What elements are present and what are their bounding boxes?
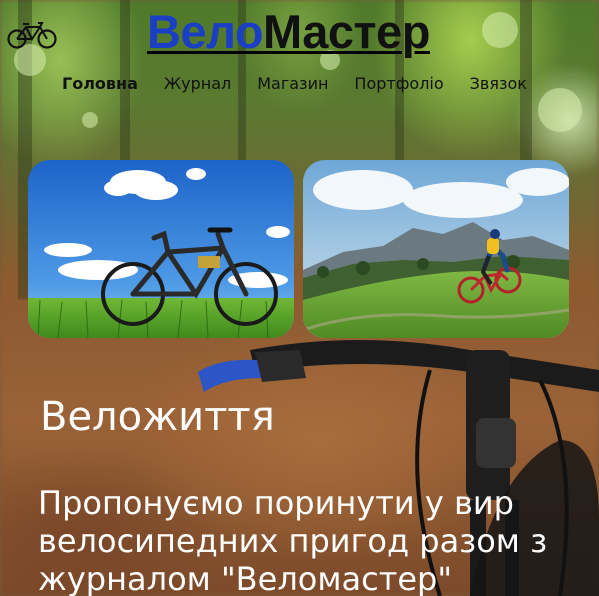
hero-text: Пропонуємо поринути у вир велосипедних п…: [38, 484, 548, 596]
nav-portfolio[interactable]: Портфоліо: [354, 72, 443, 95]
bicycle-icon[interactable]: [6, 18, 58, 50]
hero-title: Веложиття: [40, 394, 275, 440]
page: ВелоМастер Головна Журнал Магазин Портфо…: [0, 0, 599, 596]
nav-contact[interactable]: Звязок: [470, 72, 527, 95]
brand-part-master: Мастер: [263, 5, 430, 58]
gallery-photo-bike[interactable]: [28, 160, 294, 338]
main-nav: Головна Журнал Магазин Портфоліо Звязок: [62, 72, 527, 95]
nav-home[interactable]: Головна: [62, 72, 138, 95]
gallery-photo-cyclist[interactable]: [303, 160, 569, 338]
site-logo[interactable]: ВелоМастер: [147, 2, 430, 62]
brand-part-velo: Вело: [147, 5, 264, 58]
nav-journal[interactable]: Журнал: [164, 72, 231, 95]
nav-shop[interactable]: Магазин: [257, 72, 328, 95]
